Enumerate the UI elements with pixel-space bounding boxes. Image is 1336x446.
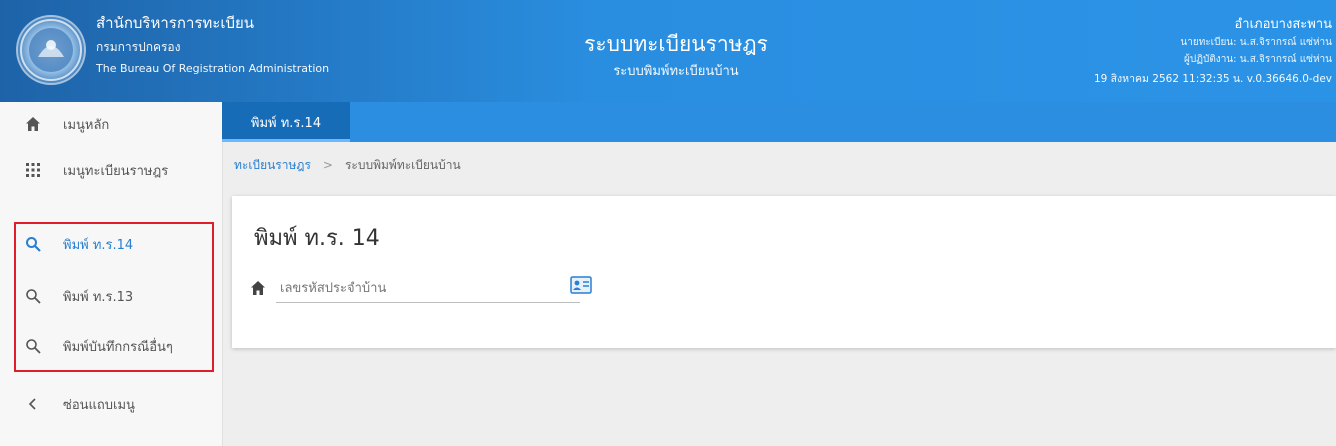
sidebar-item-label: พิมพ์ ท.ร.14 [63, 237, 134, 253]
sidebar: เมนูหลัก เมนูทะเบียนราษฎร พิมพ์ ท.ร.14 พ… [0, 102, 223, 446]
operator-name: ผู้ปฏิบัติงาน: น.ส.จิรากรณ์ แซ่ห่าน [1184, 54, 1332, 65]
sidebar-item-print-tr13[interactable]: พิมพ์ ท.ร.13 [0, 274, 222, 318]
sidebar-item-print-other[interactable]: พิมพ์บันทึกกรณีอื่นๆ [0, 324, 222, 368]
app-header: สำนักบริหารการทะเบียน กรมการปกครอง The B… [0, 0, 1336, 102]
sidebar-item-print-tr14[interactable]: พิมพ์ ท.ร.14 [0, 222, 222, 266]
date-version: 19 สิงหาคม 2562 11:32:35 น. v.0.36646.0-… [1093, 73, 1332, 85]
bureau-logo [18, 17, 84, 83]
sidebar-item-label: เมนูทะเบียนราษฎร [63, 163, 169, 179]
system-title: ระบบทะเบียนราษฎร [584, 32, 768, 56]
sidebar-item-registration-menu[interactable]: เมนูทะเบียนราษฎร [0, 148, 222, 192]
home-icon [26, 117, 40, 131]
print-card: พิมพ์ ท.ร. 14 [232, 196, 1336, 348]
tab-bar: พิมพ์ ท.ร.14 [222, 102, 1336, 142]
org-name: สำนักบริหารการทะเบียน [96, 14, 255, 32]
grid-icon [26, 163, 40, 177]
search-icon [26, 289, 41, 304]
org-name-english: The Bureau Of Registration Administratio… [96, 62, 330, 75]
system-subtitle: ระบบพิมพ์ทะเบียนบ้าน [613, 64, 739, 79]
sidebar-item-label: เมนูหลัก [63, 117, 110, 133]
house-number-field-group [250, 274, 580, 304]
sidebar-item-label: ซ่อนแถบเมนู [63, 397, 135, 413]
breadcrumb: ทะเบียนราษฎร > ระบบพิมพ์ทะเบียนบ้าน [234, 156, 461, 175]
id-card-icon[interactable] [570, 276, 592, 294]
sidebar-item-label: พิมพ์บันทึกกรณีอื่นๆ [63, 339, 173, 355]
house-number-input[interactable] [276, 274, 580, 303]
home-icon [251, 281, 265, 295]
breadcrumb-root[interactable]: ทะเบียนราษฎร [234, 158, 311, 172]
chevron-left-icon [28, 398, 36, 410]
page-title: พิมพ์ ท.ร. 14 [254, 226, 380, 251]
registrar-name: นายทะเบียน: น.ส.จิรากรณ์ แซ่ห่าน [1180, 37, 1332, 48]
org-department: กรมการปกครอง [96, 40, 181, 54]
sidebar-item-label: พิมพ์ ท.ร.13 [63, 289, 134, 305]
tab-print-tr14[interactable]: พิมพ์ ท.ร.14 [222, 102, 350, 142]
sidebar-item-hide-menu[interactable]: ซ่อนแถบเมนู [0, 382, 222, 426]
office-name: อำเภอบางสะพาน [1234, 17, 1333, 32]
search-icon [26, 339, 41, 354]
sidebar-item-main-menu[interactable]: เมนูหลัก [0, 102, 222, 146]
breadcrumb-current: ระบบพิมพ์ทะเบียนบ้าน [344, 158, 461, 172]
search-icon [26, 237, 41, 252]
breadcrumb-separator: > [322, 158, 333, 172]
